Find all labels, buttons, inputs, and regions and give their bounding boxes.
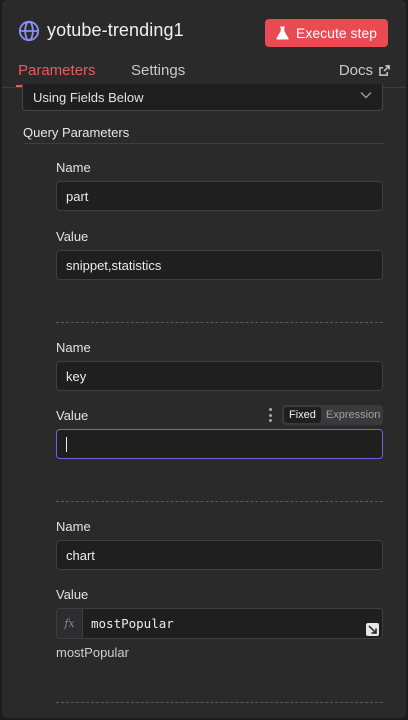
param-2-name-input[interactable]: key [56,361,383,391]
param-separator [56,702,383,703]
tab-docs-label: Docs [338,62,373,79]
fixed-expression-toggle[interactable]: Fixed Expression [282,405,383,425]
param-1-name-value: part [66,188,89,204]
globe-icon [18,20,40,42]
expand-editor-icon[interactable] [366,623,379,636]
fx-icon: fx [57,609,83,638]
flask-icon [276,26,289,40]
param-2-name-label: Name [56,340,91,355]
query-parameters-title: Query Parameters [23,125,130,140]
tab-docs[interactable]: Docs [339,62,390,79]
param-3-name-label: Name [56,519,91,534]
tab-parameters[interactable]: Parameters [18,62,96,79]
expression-text: mostPopular [91,616,174,631]
tab-settings[interactable]: Settings [131,62,185,79]
external-link-icon [379,65,390,76]
param-1-value-value: snippet,statistics [66,257,162,273]
param-separator [56,322,383,323]
execute-step-button[interactable]: Execute step [265,19,388,47]
param-2-value-label: Value [56,408,89,423]
text-caret [66,436,67,452]
execute-step-label: Execute step [296,25,377,41]
panel-header: yotube-trending1 Execute step Parameters… [2,0,406,88]
param-3-expression-editor[interactable]: fx mostPopular [56,608,383,639]
param-3-value-label: Value [56,587,89,602]
expression-option[interactable]: Expression [321,407,385,423]
chevron-down-icon [360,92,372,99]
param-1-name-input[interactable]: part [56,181,383,211]
param-3-name-input[interactable]: chart [56,540,383,570]
options-menu-icon[interactable] [268,408,272,422]
param-3-name-value: chart [66,547,95,563]
select-value: Using Fields Below [33,89,144,105]
specify-query-parameters-select[interactable]: Using Fields Below [22,84,383,111]
param-2-name-value: key [66,368,87,384]
param-1-value-label: Value [56,229,89,244]
param-separator [56,501,383,502]
node-title: yotube-trending1 [47,20,184,40]
fixed-option[interactable]: Fixed [284,407,321,423]
param-1-name-label: Name [56,160,91,175]
param-2-value-input[interactable] [56,429,383,459]
param-1-value-input[interactable]: snippet,statistics [56,250,383,280]
node-parameters-panel: yotube-trending1 Execute step Parameters… [2,0,406,718]
section-divider [23,143,384,144]
expression-result: mostPopular [56,645,129,660]
